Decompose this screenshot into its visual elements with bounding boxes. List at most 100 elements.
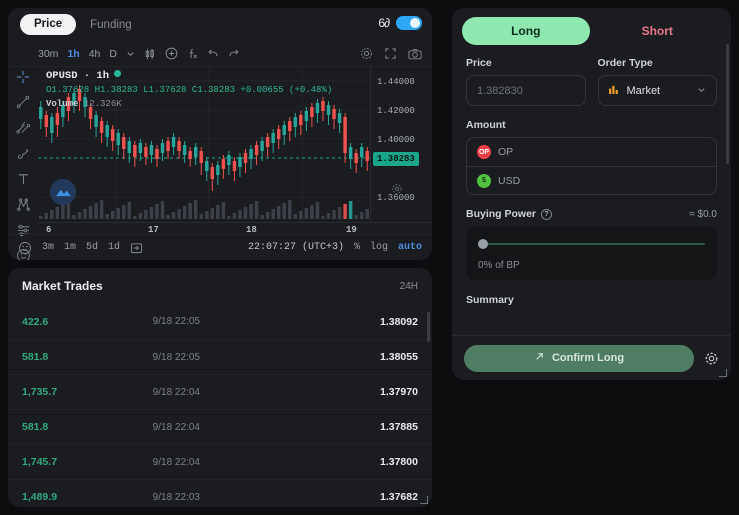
chart-panel: Price Funding 6∂ 30m 1h 4h D OPUSD · 1h …	[8, 8, 432, 260]
emoji-icon[interactable]	[18, 241, 32, 255]
price-tick: 1.44000	[377, 77, 415, 87]
tab-short[interactable]: Short	[594, 17, 722, 45]
gear-icon[interactable]	[704, 351, 719, 366]
trade-price: 1.37885	[380, 421, 418, 433]
camera-icon[interactable]	[408, 48, 422, 60]
trade-time: 9/18 22:04	[152, 456, 200, 468]
brush-icon[interactable]	[16, 146, 31, 161]
table-row[interactable]: 581.8 9/18 22:04 1.37885	[8, 409, 432, 444]
trade-size: 581.8	[22, 351, 49, 363]
scale-percent-button[interactable]: %	[354, 242, 360, 253]
chart-volume-legend: Volume 12.326K	[46, 99, 122, 109]
trade-size: 1,735.7	[22, 386, 58, 398]
footer-timeframe-1m[interactable]: 1m	[64, 242, 76, 253]
chart-plot-area[interactable]: OPUSD · 1h O1.37628 H1.38283 L1.37628 C1…	[38, 67, 370, 222]
trade-price: 1.38092	[380, 315, 418, 328]
fork-icon[interactable]	[15, 120, 31, 135]
help-icon[interactable]: ?	[541, 208, 553, 220]
trade-price: 1.38055	[380, 351, 418, 363]
chart-symbol: OPUSD · 1h	[46, 70, 332, 83]
tab-price[interactable]: Price	[20, 14, 77, 35]
arrow-up-right-icon	[534, 351, 545, 365]
chart-clock: 22:07:27 (UTC+3)	[247, 242, 344, 253]
confirm-bar: Confirm Long	[452, 335, 731, 380]
fullscreen-icon[interactable]	[384, 47, 397, 60]
timeframe-4h[interactable]: 4h	[89, 48, 101, 60]
confirm-long-label: Confirm Long	[551, 352, 625, 364]
glasses-icon[interactable]: 6∂	[378, 16, 390, 30]
add-indicator-icon[interactable]	[165, 47, 178, 60]
chevron-down-icon[interactable]	[126, 49, 135, 58]
price-axis-settings-icon[interactable]	[391, 182, 403, 200]
order-type-group: Order Type Market	[597, 57, 717, 106]
calendar-icon[interactable]	[130, 242, 143, 254]
undo-icon[interactable]	[207, 48, 219, 59]
bp-slider[interactable]	[478, 239, 705, 249]
bp-slider-knob[interactable]	[478, 239, 488, 249]
visibility-toggle[interactable]	[396, 16, 422, 30]
order-type-select[interactable]: Market	[597, 75, 717, 106]
chart-footer: 3m 1m 5d 1d 22:07:27 (UTC+3) % log auto	[8, 234, 432, 260]
trades-scrollbar[interactable]	[427, 312, 430, 342]
chart-toolbar-right	[360, 47, 422, 60]
price-tick: 1.40000	[377, 135, 415, 145]
fx-icon[interactable]	[187, 48, 198, 60]
trade-time: 9/18 22:05	[152, 351, 200, 363]
trendline-icon[interactable]	[16, 95, 30, 109]
scale-log-button[interactable]: log	[370, 242, 388, 253]
market-trades-list: 422.6 9/18 22:05 1.38092 581.8 9/18 22:05 1.3…	[8, 304, 432, 507]
scale-auto-button[interactable]: auto	[398, 242, 422, 253]
summary-label: Summary	[466, 294, 514, 306]
price-input[interactable]: 1.382830	[466, 75, 586, 106]
buying-power-label: Buying Power ?	[466, 208, 553, 220]
table-row[interactable]: 1,745.7 9/18 22:04 1.37800	[8, 444, 432, 479]
price-tick: 1.42000	[377, 106, 415, 116]
tab-long[interactable]: Long	[462, 17, 590, 45]
amount-row-op[interactable]: OP OP	[467, 138, 716, 166]
footer-timeframe-3m[interactable]: 3m	[42, 242, 54, 253]
trade-size: 1,745.7	[22, 456, 58, 468]
chart-body: OPUSD · 1h O1.37628 H1.38283 L1.37628 C1…	[8, 67, 432, 260]
panel-resize-handle[interactable]	[420, 496, 428, 504]
trade-price: 1.37682	[380, 491, 418, 503]
order-type-value: Market	[626, 84, 661, 97]
price-and-type-row: Price 1.382830 Order Type Market	[466, 57, 717, 106]
footer-timeframe-1d[interactable]: 1d	[108, 242, 120, 253]
price-field-group: Price 1.382830	[466, 57, 586, 106]
op-token-icon: OP	[477, 145, 491, 159]
trade-time: 9/18 22:04	[152, 421, 200, 433]
candlestick-icon[interactable]	[144, 48, 156, 60]
price-axis[interactable]: 1.44000 1.42000 1.40000 1.38283 1.36000	[370, 67, 432, 222]
footer-timeframe-5d[interactable]: 5d	[86, 242, 98, 253]
text-icon[interactable]	[17, 172, 30, 186]
trading-app: Price Funding 6∂ 30m 1h 4h D OPUSD · 1h …	[0, 0, 739, 515]
buying-power-value: ≈ $0.0	[689, 208, 717, 220]
panel-resize-handle[interactable]	[719, 369, 727, 377]
gear-icon[interactable]	[360, 47, 373, 60]
order-panel-scrollbar[interactable]	[726, 44, 729, 164]
table-row[interactable]: 1,735.7 9/18 22:04 1.37970	[8, 374, 432, 409]
chart-toolbar: 30m 1h 4h D	[8, 41, 432, 67]
pattern-icon[interactable]	[16, 197, 31, 212]
timeframe-30m[interactable]: 30m	[38, 48, 58, 60]
confirm-long-button[interactable]: Confirm Long	[464, 344, 694, 372]
trade-size: 581.8	[22, 421, 49, 433]
order-form-panel: Long Short Price 1.382830 Order Type Mar…	[452, 8, 731, 380]
status-dot-icon	[114, 70, 122, 77]
market-trades-title: Market Trades	[22, 279, 103, 293]
table-row[interactable]: 422.6 9/18 22:05 1.38092	[8, 304, 432, 339]
amount-symbol: OP	[498, 146, 514, 158]
tab-funding[interactable]: Funding	[82, 15, 140, 35]
crosshair-icon[interactable]	[16, 70, 30, 84]
timeframe-1h[interactable]: 1h	[67, 48, 79, 60]
redo-icon[interactable]	[228, 48, 240, 59]
market-trades-period[interactable]: 24H	[400, 281, 418, 292]
table-row[interactable]: 581.8 9/18 22:05 1.38055	[8, 339, 432, 374]
bp-slider-track	[478, 243, 705, 245]
trade-time: 9/18 22:04	[152, 386, 200, 398]
price-label: Price	[466, 57, 492, 69]
timeframe-d[interactable]: D	[109, 48, 117, 60]
table-row[interactable]: 1,489.9 9/18 22:03 1.37682	[8, 479, 432, 507]
trade-size: 1,489.9	[22, 491, 58, 503]
amount-row-usd[interactable]: $ USD	[467, 166, 716, 194]
